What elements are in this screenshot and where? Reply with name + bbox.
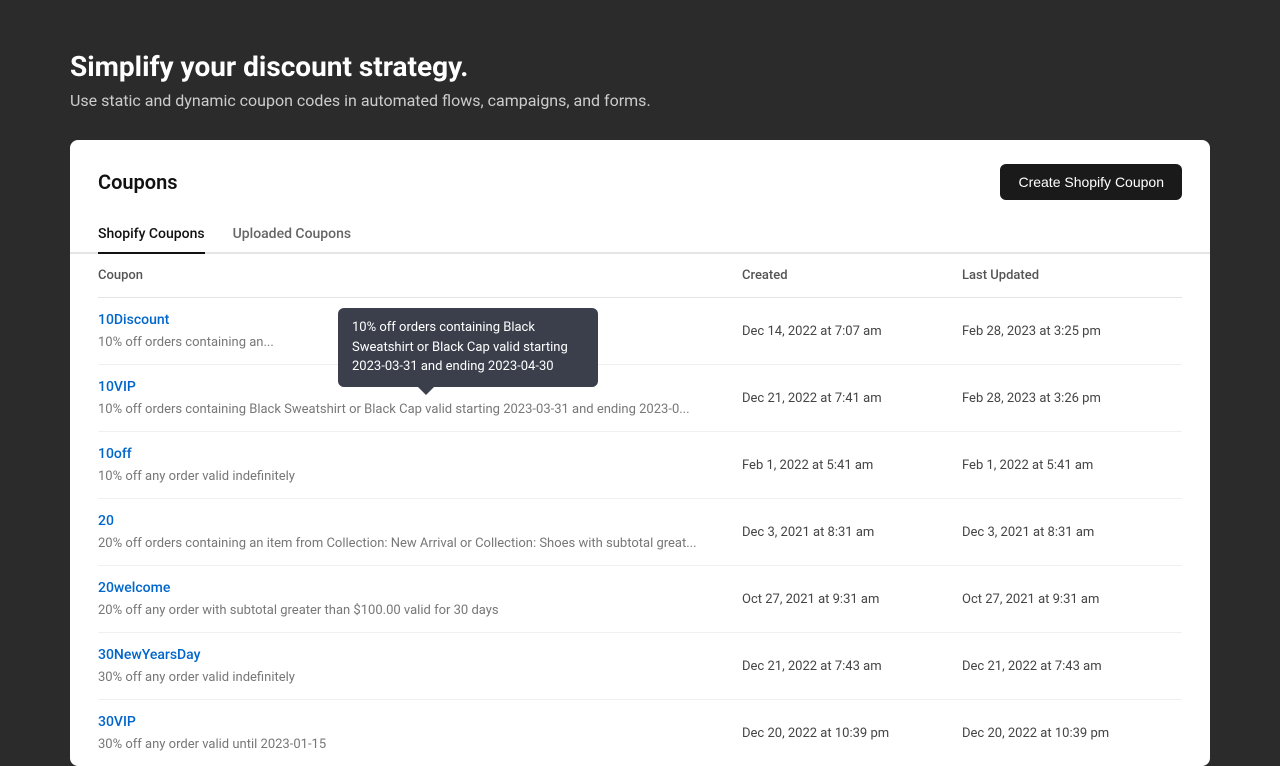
coupon-cell: 10Discount 10% off orders containing an.… <box>98 312 742 350</box>
created-cell: Dec 3, 2021 at 8:31 am <box>742 513 962 551</box>
coupon-link-20[interactable]: 20 <box>98 513 742 529</box>
coupon-link-20welcome[interactable]: 20welcome <box>98 580 742 596</box>
table-row: 20welcome 20% off any order with subtota… <box>98 566 1182 633</box>
coupon-link-10off[interactable]: 10off <box>98 446 742 462</box>
coupon-cell: 30NewYearsDay 30% off any order valid in… <box>98 647 742 685</box>
coupons-table: Coupon Created Last Updated 10Discount 1… <box>70 254 1210 766</box>
updated-cell: Oct 27, 2021 at 9:31 am <box>962 580 1182 618</box>
coupon-cell: 10VIP 10% off orders containing Black Sw… <box>98 379 742 417</box>
coupon-desc: 20% off orders containing an item from C… <box>98 536 697 551</box>
header-last-updated: Last Updated <box>962 268 1182 283</box>
create-shopify-coupon-button[interactable]: Create Shopify Coupon <box>1000 164 1182 200</box>
table-row: 20 20% off orders containing an item fro… <box>98 499 1182 566</box>
coupon-desc: 10% off any order valid indefinitely <box>98 469 295 484</box>
updated-cell: Feb 1, 2022 at 5:41 am <box>962 446 1182 484</box>
card-title: Coupons <box>98 170 178 194</box>
updated-cell: Dec 3, 2021 at 8:31 am <box>962 513 1182 551</box>
table-row: 30VIP 30% off any order valid until 2023… <box>98 700 1182 766</box>
header-coupon: Coupon <box>98 268 742 283</box>
updated-cell: Feb 28, 2023 at 3:26 pm <box>962 379 1182 417</box>
tabs: Shopify Coupons Uploaded Coupons <box>70 216 1210 254</box>
created-cell: Feb 1, 2022 at 5:41 am <box>742 446 962 484</box>
coupon-link-10discount[interactable]: 10Discount <box>98 312 742 328</box>
hero-title: Simplify your discount strategy. <box>70 50 1210 83</box>
table-row: 10VIP 10% off orders containing Black Sw… <box>98 365 1182 432</box>
coupon-link-10vip[interactable]: 10VIP <box>98 379 742 395</box>
coupon-desc: 10% off orders containing an... <box>98 335 274 350</box>
created-cell: Dec 14, 2022 at 7:07 am <box>742 312 962 350</box>
tab-shopify-coupons[interactable]: Shopify Coupons <box>98 216 205 254</box>
table-row: 30NewYearsDay 30% off any order valid in… <box>98 633 1182 700</box>
created-cell: Oct 27, 2021 at 9:31 am <box>742 580 962 618</box>
table-header: Coupon Created Last Updated <box>98 254 1182 298</box>
coupon-link-30vip[interactable]: 30VIP <box>98 714 742 730</box>
card-header: Coupons Create Shopify Coupon <box>70 140 1210 200</box>
coupon-desc: 30% off any order valid indefinitely <box>98 670 295 685</box>
created-cell: Dec 21, 2022 at 7:43 am <box>742 647 962 685</box>
tab-uploaded-coupons[interactable]: Uploaded Coupons <box>233 216 352 254</box>
coupon-cell: 10off 10% off any order valid indefinite… <box>98 446 742 484</box>
coupon-desc: 30% off any order valid until 2023-01-15 <box>98 737 326 752</box>
header-created: Created <box>742 268 962 283</box>
hero-section: Simplify your discount strategy. Use sta… <box>0 0 1280 140</box>
updated-cell: Feb 28, 2023 at 3:25 pm <box>962 312 1182 350</box>
coupons-card: Coupons Create Shopify Coupon Shopify Co… <box>70 140 1210 766</box>
coupon-desc: 10% off orders containing Black Sweatshi… <box>98 402 690 417</box>
created-cell: Dec 21, 2022 at 7:41 am <box>742 379 962 417</box>
coupon-cell: 20welcome 20% off any order with subtota… <box>98 580 742 618</box>
coupon-link-30newyearsday[interactable]: 30NewYearsDay <box>98 647 742 663</box>
updated-cell: Dec 21, 2022 at 7:43 am <box>962 647 1182 685</box>
hero-subtitle: Use static and dynamic coupon codes in a… <box>70 91 1210 110</box>
table-row: 10off 10% off any order valid indefinite… <box>98 432 1182 499</box>
coupon-cell: 20 20% off orders containing an item fro… <box>98 513 742 551</box>
table-row: 10Discount 10% off orders containing an.… <box>98 298 1182 365</box>
coupon-desc: 20% off any order with subtotal greater … <box>98 603 499 618</box>
